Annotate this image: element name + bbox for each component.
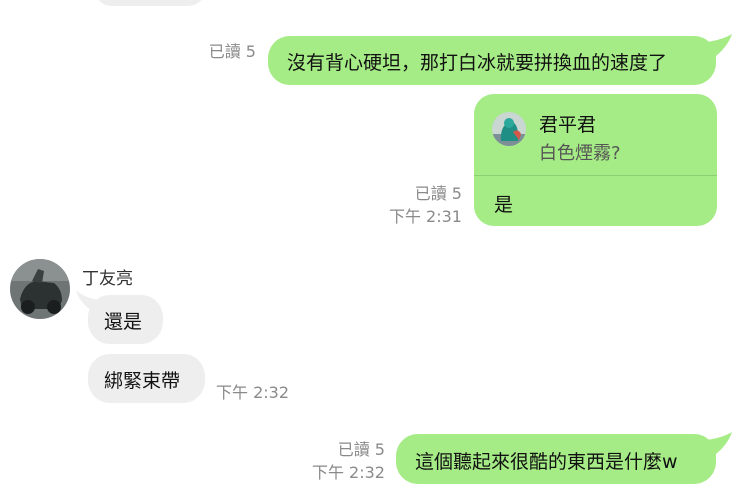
read-receipt: 已讀 5 [414,184,462,203]
message-timestamp: 下午 2:31 [388,207,462,226]
message-text: 這個聽起來很酷的東西是什麼w [415,451,678,473]
read-receipt: 已讀 5 [337,440,385,459]
message-text: 是 [494,194,514,216]
message-timestamp: 下午 2:32 [216,383,290,402]
quoted-message[interactable]: 君平君 白色煙霧? [474,94,717,176]
reply-message-bubble[interactable]: 君平君 白色煙霧? 是 [474,94,717,226]
outgoing-message-bubble[interactable]: 這個聽起來很酷的東西是什麼w [396,434,716,484]
message-text: 還是 [104,311,143,333]
sender-name: 丁友亮 [82,269,133,289]
read-receipt: 已讀 5 [208,42,256,61]
bubble-tail [706,432,732,454]
outgoing-message-bubble[interactable]: 沒有背心硬坦，那打白冰就要拼換血的速度了 [268,36,716,85]
message-text: 沒有背心硬坦，那打白冰就要拼換血的速度了 [287,52,668,74]
message-timestamp: 下午 2:32 [311,463,385,482]
incoming-message-bubble[interactable]: 還是 [88,295,163,344]
incoming-message-bubble[interactable]: 綁緊束帶 [88,354,205,403]
quoted-user-avatar [492,112,526,146]
bubble-tail [706,34,732,56]
message-text: 綁緊束帶 [104,370,181,392]
partial-message-bubble[interactable] [94,0,206,6]
quoted-message-text: 白色煙霧? [539,143,621,164]
sender-avatar[interactable] [10,259,70,319]
quoted-user-name: 君平君 [539,114,597,136]
